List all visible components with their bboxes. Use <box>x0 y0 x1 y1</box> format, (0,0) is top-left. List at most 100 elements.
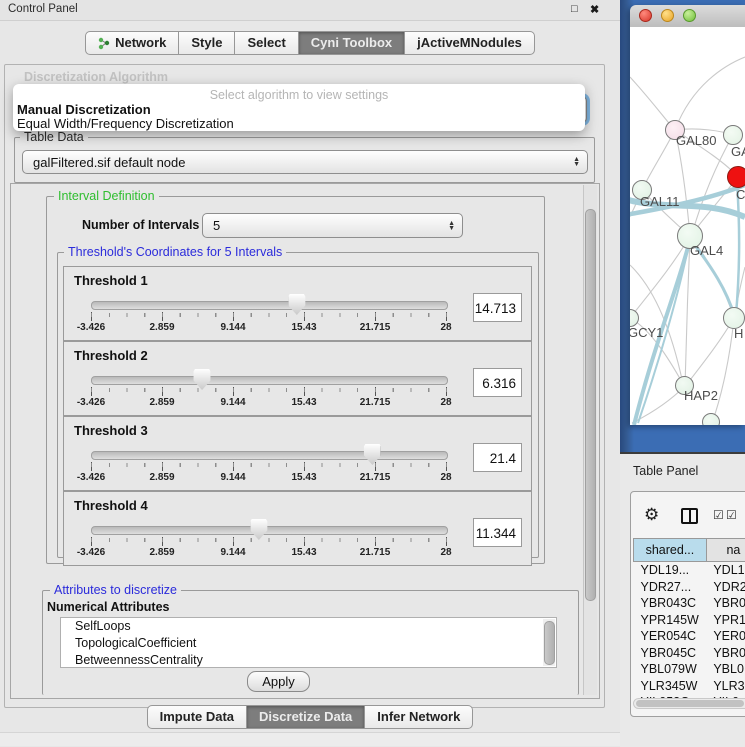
combo-spinner-icon[interactable]: ▲▼ <box>448 221 455 231</box>
interval-definition-label: Interval Definition <box>54 189 159 203</box>
combo-spinner-icon[interactable]: ▲▼ <box>573 157 580 167</box>
table-row[interactable]: YBL079WYBL0 <box>634 661 745 678</box>
checkbox-icon[interactable]: ☑ <box>713 509 724 521</box>
table-data-combobox[interactable]: galFiltered.sif default node ▲▼ <box>22 150 588 174</box>
cell[interactable]: YPR1 <box>706 612 745 629</box>
node-bottom[interactable] <box>702 413 720 425</box>
threshold-3-label: Threshold 3 <box>74 423 148 438</box>
list-item[interactable]: SelfLoops <box>61 618 556 635</box>
threshold-2-slider[interactable] <box>91 376 448 385</box>
float-icon[interactable]: □ <box>571 3 578 15</box>
table-hscrollbar[interactable] <box>633 698 745 709</box>
table-row[interactable]: YDR27...YDR2 <box>634 579 745 596</box>
table-row[interactable]: YDL19...YDL1 <box>634 562 745 579</box>
network-icon <box>98 37 110 50</box>
tab-discretize-data[interactable]: Discretize Data <box>246 705 365 729</box>
slider-ticks-minor <box>91 388 447 392</box>
node-label-gal80: GAL80 <box>676 133 716 148</box>
node-selected-red[interactable] <box>727 166 745 188</box>
cell[interactable]: YLR3 <box>706 678 745 695</box>
tick-label: 21.715 <box>360 397 391 408</box>
table-data-value: galFiltered.sif default node <box>33 155 185 170</box>
tab-impute-data[interactable]: Impute Data <box>147 705 247 729</box>
cell[interactable]: YBR045C <box>634 645 707 662</box>
list-scrollbar[interactable] <box>543 619 555 666</box>
table-row[interactable]: YBR043CYBR0 <box>634 595 745 612</box>
attributes-group-label: Attributes to discretize <box>50 583 181 597</box>
tab-jactivemnodules[interactable]: jActiveMNodules <box>404 31 535 55</box>
node-label-cut-h: H <box>734 326 743 341</box>
tick-label: 9.144 <box>220 472 245 483</box>
cell[interactable]: YER054C <box>634 628 707 645</box>
tab-style[interactable]: Style <box>178 31 235 55</box>
settings-scrollbar[interactable] <box>583 185 597 695</box>
threshold-1-value-field[interactable]: 14.713 <box>473 293 522 322</box>
threshold-3-value-field[interactable]: 21.4 <box>473 443 522 472</box>
gear-icon[interactable]: ⚙ <box>644 506 659 523</box>
network-view-window[interactable]: GAL80 GA C GAL11 GAL4 GCY1 H HAP2 <box>630 5 745 425</box>
apply-button[interactable]: Apply <box>247 671 310 692</box>
cell[interactable]: YPR145W <box>634 612 707 629</box>
tick-label: 28 <box>440 322 451 333</box>
threshold-4-value-field[interactable]: 11.344 <box>473 518 522 547</box>
cell[interactable]: YLR345W <box>634 678 707 695</box>
tab-cyni-toolbox[interactable]: Cyni Toolbox <box>298 31 405 55</box>
threshold-2-value-field[interactable]: 6.316 <box>473 368 522 397</box>
cell[interactable]: YDL1 <box>706 562 745 579</box>
cell[interactable]: YBR0 <box>706 645 745 662</box>
node-table: shared... na YDL19...YDL1 YDR27...YDR2 Y… <box>633 538 745 698</box>
cell[interactable]: YBR043C <box>634 595 707 612</box>
top-tab-bar: Network Style Select Cyni Toolbox jActiv… <box>0 31 620 55</box>
thresholds-group-label: Threshold's Coordinates for 5 Intervals <box>64 245 286 259</box>
attributes-list[interactable]: SelfLoops TopologicalCoefficient Between… <box>60 617 557 668</box>
panel-title: Control Panel <box>8 3 78 15</box>
list-item[interactable]: BetweennessCentrality <box>61 652 556 668</box>
cell[interactable]: YBR0 <box>706 595 745 612</box>
threshold-1-slider[interactable] <box>91 301 448 310</box>
tick-label: -3.426 <box>77 397 105 408</box>
table-row[interactable]: YER054CYER0 <box>634 628 745 645</box>
minimize-traffic-light-icon[interactable] <box>661 9 674 22</box>
table-row[interactable]: YPR145WYPR1 <box>634 612 745 629</box>
tab-infer-network[interactable]: Infer Network <box>364 705 473 729</box>
zoom-traffic-light-icon[interactable] <box>683 9 696 22</box>
network-window-titlebar[interactable] <box>630 5 745 28</box>
columns-icon[interactable] <box>681 508 698 524</box>
scrollbar-thumb[interactable] <box>585 209 596 601</box>
column-header-shared-name[interactable]: shared... <box>634 539 707 562</box>
cell[interactable]: YDR27... <box>634 579 707 596</box>
list-scrollbar-thumb[interactable] <box>544 621 555 665</box>
close-traffic-light-icon[interactable] <box>639 9 652 22</box>
num-intervals-combobox[interactable]: 5 ▲▼ <box>202 213 463 238</box>
column-header-name[interactable]: na <box>706 539 745 562</box>
tick-label: 21.715 <box>360 547 391 558</box>
cell[interactable]: YER0 <box>706 628 745 645</box>
table-row[interactable]: YLR345WYLR3 <box>634 678 745 695</box>
network-canvas[interactable]: GAL80 GA C GAL11 GAL4 GCY1 H HAP2 <box>630 27 745 425</box>
threshold-4-row: Threshold 4 -3.426 2.859 9.144 15.43 21.… <box>63 491 532 566</box>
tick-label: -3.426 <box>77 322 105 333</box>
popup-option-manual[interactable]: Manual Discretization <box>15 102 151 117</box>
tick-label: 28 <box>440 472 451 483</box>
node-top-right[interactable] <box>723 125 743 145</box>
cell[interactable]: YDL19... <box>634 562 707 579</box>
threshold-3-slider[interactable] <box>91 451 448 460</box>
numerical-attributes-label: Numerical Attributes <box>47 600 169 614</box>
cell[interactable]: YBL0 <box>706 661 745 678</box>
popup-hint: Select algorithm to view settings <box>13 88 585 102</box>
tab-select[interactable]: Select <box>234 31 298 55</box>
cell[interactable]: YBL079W <box>634 661 707 678</box>
close-icon[interactable]: ✖ <box>590 3 599 16</box>
table-hscrollbar-thumb[interactable] <box>636 700 744 707</box>
tab-discretize-label: Discretize Data <box>259 706 352 728</box>
bottom-tab-bar: Impute Data Discretize Data Infer Networ… <box>0 705 620 729</box>
list-item[interactable]: TopologicalCoefficient <box>61 635 556 652</box>
threshold-4-slider[interactable] <box>91 526 448 535</box>
cell[interactable]: YDR2 <box>706 579 745 596</box>
tab-style-label: Style <box>191 32 222 54</box>
popup-option-equal-width[interactable]: Equal Width/Frequency Discretization <box>15 116 234 131</box>
discretization-group-label: Discretization Algorithm <box>20 70 172 84</box>
tab-network[interactable]: Network <box>85 31 179 55</box>
checkbox-icon[interactable]: ☑ <box>726 509 737 521</box>
table-row[interactable]: YBR045CYBR0 <box>634 645 745 662</box>
